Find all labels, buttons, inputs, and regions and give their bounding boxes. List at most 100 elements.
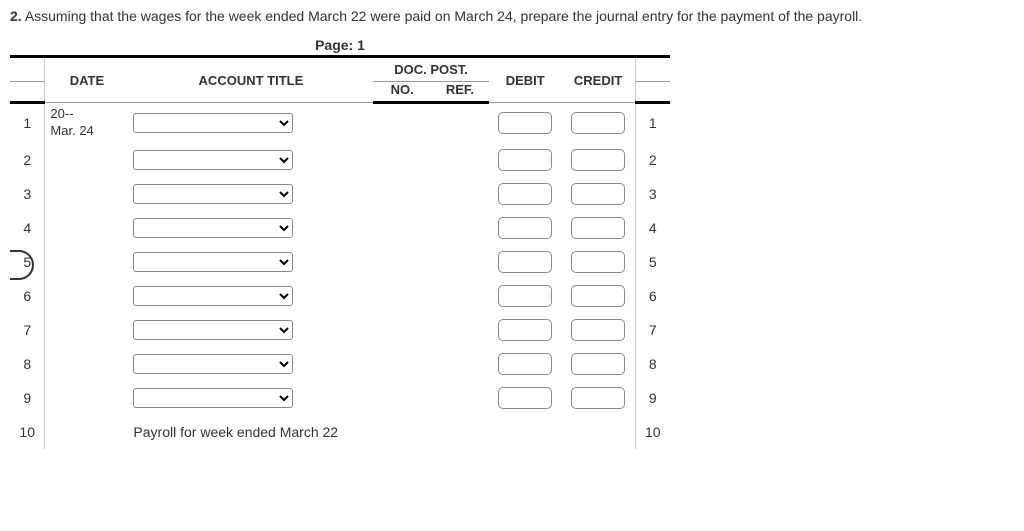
date-cell: 20--Mar. 24 — [45, 103, 129, 143]
debit-cell — [489, 381, 562, 415]
account-title-select[interactable] — [133, 113, 293, 133]
account-title-select[interactable] — [133, 354, 293, 374]
credit-input[interactable] — [571, 112, 625, 134]
doc-no-cell — [373, 211, 431, 245]
date-day: Mar. 24 — [50, 123, 123, 140]
debit-cell — [489, 211, 562, 245]
post-ref-cell — [431, 245, 489, 279]
account-title-cell — [128, 347, 373, 381]
date-cell — [45, 415, 129, 449]
account-title-select[interactable] — [133, 252, 293, 272]
credit-cell — [562, 103, 635, 143]
account-title-cell — [128, 279, 373, 313]
debit-input[interactable] — [498, 251, 552, 273]
credit-input[interactable] — [571, 183, 625, 205]
row-number-right: 5 — [635, 245, 670, 279]
debit-input[interactable] — [498, 149, 552, 171]
credit-input[interactable] — [571, 353, 625, 375]
credit-input[interactable] — [571, 217, 625, 239]
credit-cell — [562, 245, 635, 279]
row-number-right: 10 — [635, 415, 670, 449]
doc-no-cell — [373, 415, 431, 449]
debit-input[interactable] — [498, 217, 552, 239]
debit-input[interactable] — [498, 319, 552, 341]
row-number-left: 2 — [10, 143, 45, 177]
header-credit: CREDIT — [562, 57, 635, 103]
row-number-left: 9 — [10, 381, 45, 415]
debit-input[interactable] — [498, 285, 552, 307]
row-number-left: 5 — [10, 245, 45, 279]
debit-cell — [489, 103, 562, 143]
question-body: Assuming that the wages for the week end… — [25, 8, 862, 24]
table-row: 99 — [10, 381, 670, 415]
date-cell — [45, 143, 129, 177]
row-number-right: 8 — [635, 347, 670, 381]
payroll-note: Payroll for week ended March 22 — [133, 424, 338, 440]
credit-cell — [562, 415, 635, 449]
account-title-select[interactable] — [133, 218, 293, 238]
credit-input[interactable] — [571, 319, 625, 341]
table-row: 77 — [10, 313, 670, 347]
date-cell — [45, 245, 129, 279]
row-number-left: 8 — [10, 347, 45, 381]
doc-no-cell — [373, 381, 431, 415]
credit-input[interactable] — [571, 251, 625, 273]
table-row: 55 — [10, 245, 670, 279]
post-ref-cell — [431, 143, 489, 177]
doc-no-cell — [373, 103, 431, 143]
post-ref-cell — [431, 415, 489, 449]
post-ref-cell — [431, 347, 489, 381]
question-number: 2. — [10, 8, 22, 24]
debit-cell — [489, 143, 562, 177]
row-number-left: 6 — [10, 279, 45, 313]
account-title-select[interactable] — [133, 184, 293, 204]
row-number-right: 2 — [635, 143, 670, 177]
header-blank-right2 — [635, 82, 670, 103]
credit-input[interactable] — [571, 387, 625, 409]
debit-cell — [489, 347, 562, 381]
doc-no-cell — [373, 245, 431, 279]
table-row: 10Payroll for week ended March 2210 — [10, 415, 670, 449]
doc-no-cell — [373, 177, 431, 211]
credit-input[interactable] — [571, 149, 625, 171]
date-cell — [45, 279, 129, 313]
account-title-cell — [128, 211, 373, 245]
debit-input[interactable] — [498, 183, 552, 205]
date-year: 20-- — [50, 106, 123, 123]
post-ref-cell — [431, 211, 489, 245]
header-debit: DEBIT — [489, 57, 562, 103]
account-title-select[interactable] — [133, 320, 293, 340]
table-row: 120--Mar. 241 — [10, 103, 670, 143]
account-title-select[interactable] — [133, 388, 293, 408]
date-cell — [45, 381, 129, 415]
credit-cell — [562, 347, 635, 381]
post-ref-cell — [431, 313, 489, 347]
doc-no-cell — [373, 143, 431, 177]
doc-no-cell — [373, 313, 431, 347]
table-row: 44 — [10, 211, 670, 245]
debit-cell — [489, 177, 562, 211]
account-title-select[interactable] — [133, 286, 293, 306]
account-title-cell — [128, 313, 373, 347]
credit-cell — [562, 313, 635, 347]
debit-cell — [489, 279, 562, 313]
debit-cell — [489, 415, 562, 449]
debit-input[interactable] — [498, 353, 552, 375]
post-ref-cell — [431, 103, 489, 143]
debit-input[interactable] — [498, 387, 552, 409]
row-number-right: 6 — [635, 279, 670, 313]
date-cell — [45, 211, 129, 245]
row-number-left: 4 — [10, 211, 45, 245]
debit-input[interactable] — [498, 112, 552, 134]
credit-cell — [562, 143, 635, 177]
credit-input[interactable] — [571, 285, 625, 307]
row-number-right: 3 — [635, 177, 670, 211]
row-number-left: 7 — [10, 313, 45, 347]
account-title-select[interactable] — [133, 150, 293, 170]
header-blank-right — [635, 57, 670, 82]
credit-cell — [562, 177, 635, 211]
doc-no-cell — [373, 279, 431, 313]
row-number-right: 7 — [635, 313, 670, 347]
row-number-right: 4 — [635, 211, 670, 245]
post-ref-cell — [431, 177, 489, 211]
